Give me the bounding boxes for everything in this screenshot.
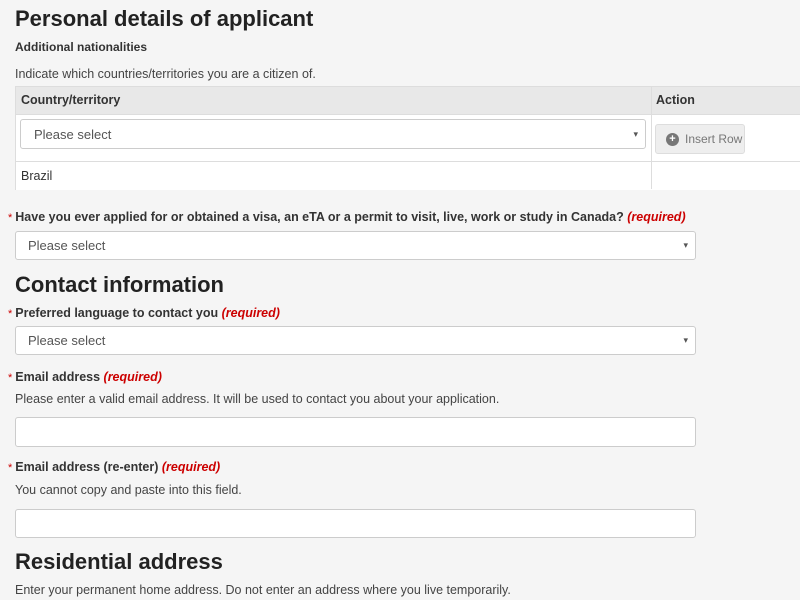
required-star: * [8,462,13,474]
required-indicator: (required) [103,370,162,384]
visa-history-select[interactable]: Please select ▾ [15,231,696,260]
visa-question-label: * Have you ever applied for or obtained a… [8,210,686,224]
required-indicator: (required) [161,460,221,474]
required-indicator: (required) [221,306,280,320]
chevron-down-icon: ▾ [683,335,688,345]
table-row: Brazil [16,162,800,190]
insert-row-label: Insert Row [685,132,743,146]
visa-history-select-value: Please select [28,238,106,253]
email-reenter-label-text: Email address (re-enter) [15,460,159,474]
required-star: * [8,372,13,384]
preferred-language-label: * Preferred language to contact you (requ… [8,306,280,320]
chevron-down-icon: ▾ [633,128,638,139]
country-select[interactable]: Please select ▾ [20,119,646,149]
insert-row-button[interactable]: + Insert Row [655,124,745,154]
email-reenter-label: * Email address (re-enter) (required) [8,460,220,474]
required-star: * [8,308,13,320]
email-field[interactable] [15,417,696,447]
email-label: * Email address (required) [8,370,162,384]
visa-question-text: Have you ever applied for or obtained a … [15,210,624,224]
table-header: Country/territory Action [16,87,800,115]
section-title-personal-details: Personal details of applicant [15,6,314,31]
email-reenter-field[interactable] [15,509,696,538]
section-title-residential-address: Residential address [15,549,223,574]
chevron-down-icon: ▾ [683,240,688,250]
email-hint: Please enter a valid email address. It w… [15,392,500,406]
column-header-action: Action [656,93,695,107]
column-header-country: Country/territory [21,93,121,107]
country-cell-value: Brazil [21,169,53,183]
plus-circle-icon: + [666,132,679,146]
section-title-contact-information: Contact information [15,272,224,297]
preferred-language-select[interactable]: Please select ▾ [15,326,696,355]
application-form-page: Personal details of applicant Additional… [0,0,800,600]
preferred-language-text: Preferred language to contact you [15,306,219,320]
table-column-divider [651,87,652,189]
country-select-value: Please select [34,126,112,142]
email-reenter-hint: You cannot copy and paste into this fiel… [15,483,242,497]
email-label-text: Email address [15,370,101,384]
nationalities-hint: Indicate which countries/territories you… [15,67,316,81]
preferred-language-select-value: Please select [28,333,106,348]
additional-nationalities-heading: Additional nationalities [15,40,148,54]
required-indicator: (required) [627,210,686,224]
required-star: * [8,212,13,224]
residential-address-hint: Enter your permanent home address. Do no… [15,583,511,597]
